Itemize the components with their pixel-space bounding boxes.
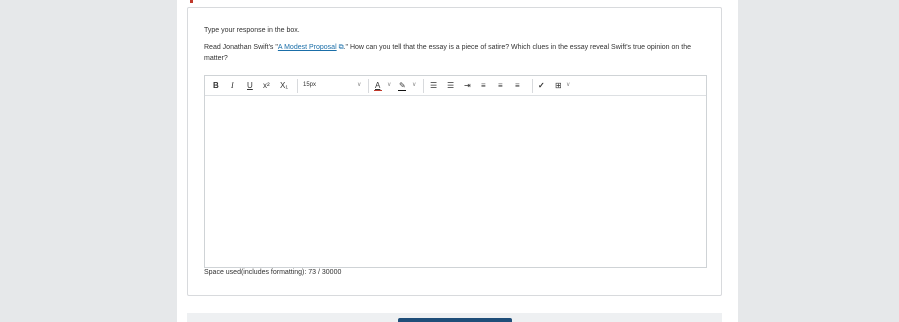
required-marker	[190, 0, 193, 3]
table-icon[interactable]: ⊞	[555, 81, 562, 91]
chevron-down-icon[interactable]: ∨	[387, 81, 391, 88]
superscript-button[interactable]: x²	[263, 81, 270, 91]
instructions-text: Type your response in the box.	[204, 27, 300, 34]
chevron-down-icon[interactable]: ∨	[357, 81, 361, 88]
toolbar-divider	[423, 79, 424, 93]
bullet-list-icon[interactable]: ☰	[430, 81, 437, 91]
subscript-button[interactable]: X₁	[280, 81, 288, 91]
question-card: Type your response in the box. Read Jona…	[187, 7, 722, 296]
toolbar-divider	[297, 79, 298, 93]
spellcheck-icon[interactable]: ✓	[538, 81, 545, 91]
submit-button[interactable]	[398, 318, 512, 322]
chevron-down-icon[interactable]: ∨	[566, 81, 570, 88]
prompt-before: Read Jonathan Swift's "	[204, 44, 278, 51]
indent-icon[interactable]: ⇥	[464, 81, 471, 91]
toolbar-divider	[532, 79, 533, 93]
align-center-icon[interactable]: ≡	[498, 81, 503, 91]
toolbar-divider	[368, 79, 369, 93]
editor-toolbar: B I U x² X₁ 15px ∨ A ∨ ✎ ∨ ☰ ☰ ⇥ ≡ ≡ ≡ ✓…	[205, 76, 706, 96]
numbered-list-icon[interactable]: ☰	[447, 81, 454, 91]
response-textarea[interactable]	[205, 96, 706, 267]
modest-proposal-link[interactable]: A Modest Proposal	[278, 44, 337, 51]
space-used-counter: Space used(includes formatting): 73 / 30…	[204, 269, 342, 276]
align-right-icon[interactable]: ≡	[515, 81, 520, 91]
chevron-down-icon[interactable]: ∨	[412, 81, 416, 88]
question-prompt: Read Jonathan Swift's "A Modest Proposal…	[204, 42, 704, 64]
italic-button[interactable]: I	[231, 81, 234, 91]
bold-button[interactable]: B	[213, 81, 219, 91]
align-left-icon[interactable]: ≡	[481, 81, 486, 91]
font-color-swatch	[374, 90, 382, 91]
rich-text-editor: B I U x² X₁ 15px ∨ A ∨ ✎ ∨ ☰ ☰ ⇥ ≡ ≡ ≡ ✓…	[204, 75, 707, 268]
font-size-select[interactable]: 15px	[303, 82, 316, 88]
highlight-color-swatch	[398, 90, 406, 91]
underline-button[interactable]: U	[247, 81, 253, 91]
